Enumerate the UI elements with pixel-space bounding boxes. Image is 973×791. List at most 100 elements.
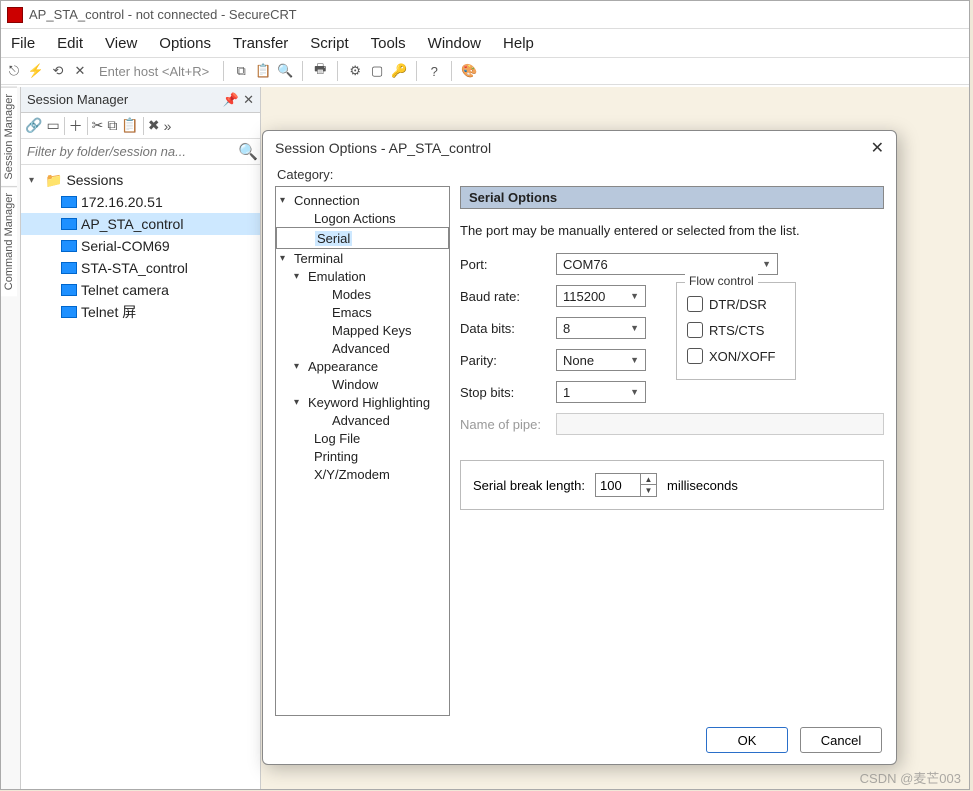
settings-icon[interactable]: ⚙ [346, 63, 364, 79]
category-tree[interactable]: ▾Connection Logon Actions Serial ▾Termin… [275, 186, 450, 716]
tree-root[interactable]: ▾📁 Sessions [21, 169, 260, 191]
quick-connect-icon[interactable]: ⚡ [27, 63, 45, 79]
cat-xyz[interactable]: X/Y/Zmodem [314, 467, 390, 482]
section-desc: The port may be manually entered or sele… [460, 223, 884, 238]
session-options-dialog: Session Options - AP_STA_control ✕ Categ… [262, 130, 897, 765]
filter-row: 🔍 [21, 139, 260, 165]
menu-options[interactable]: Options [159, 35, 211, 52]
overflow-icon[interactable]: » [164, 118, 172, 134]
color-icon[interactable]: 🎨 [460, 63, 478, 79]
filter-input[interactable] [21, 144, 236, 159]
side-tab-session[interactable]: Session Manager [1, 87, 17, 186]
break-unit: milliseconds [667, 478, 738, 493]
cat-connection[interactable]: Connection [294, 193, 360, 208]
close-icon[interactable]: ✕ [871, 138, 884, 158]
break-value[interactable] [596, 478, 640, 493]
baud-label: Baud rate: [460, 289, 556, 304]
find-icon[interactable]: 🔍 [276, 63, 294, 79]
port-select[interactable]: COM76▼ [556, 253, 778, 275]
titlebar: AP_STA_control - not connected - SecureC… [1, 1, 969, 29]
cancel-button[interactable]: Cancel [800, 727, 882, 753]
session-item[interactable]: 172.16.20.51 [21, 191, 260, 213]
side-tab-strip: Session Manager Command Manager [1, 87, 21, 789]
stopbits-select[interactable]: 1▼ [556, 381, 646, 403]
session-tree: ▾📁 Sessions 172.16.20.51 AP_STA_control … [21, 165, 260, 789]
disconnect-icon[interactable]: ✕ [71, 63, 89, 79]
cat-logfile[interactable]: Log File [314, 431, 360, 446]
cat-terminal[interactable]: Terminal [294, 251, 343, 266]
dialog-title: Session Options - AP_STA_control [275, 140, 491, 156]
side-tab-command[interactable]: Command Manager [1, 186, 17, 296]
flow-control-group: Flow control DTR/DSR RTS/CTS XON/XOFF [676, 282, 796, 380]
cat-emacs[interactable]: Emacs [332, 305, 372, 320]
options-pane: Serial Options The port may be manually … [460, 186, 884, 716]
menu-help[interactable]: Help [503, 35, 534, 52]
dtr-checkbox[interactable]: DTR/DSR [687, 291, 785, 317]
baud-select[interactable]: 115200▼ [556, 285, 646, 307]
cat-advanced2[interactable]: Advanced [332, 413, 390, 428]
enter-host-hint[interactable]: Enter host <Alt+R> [99, 64, 209, 79]
link-icon[interactable]: 🔗 [25, 117, 42, 134]
break-spinner[interactable]: ▲▼ [595, 473, 657, 497]
search-icon[interactable]: 🔍 [236, 142, 260, 162]
copy-icon[interactable]: ⧉ [232, 63, 250, 79]
reconnect-icon[interactable]: ⟲ [49, 63, 67, 79]
menu-transfer[interactable]: Transfer [233, 35, 288, 52]
paste2-icon[interactable]: 📋 [121, 117, 138, 134]
break-group: Serial break length: ▲▼ milliseconds [460, 460, 884, 510]
session-item[interactable]: Telnet camera [21, 279, 260, 301]
xon-checkbox[interactable]: XON/XOFF [687, 343, 785, 369]
cat-emulation[interactable]: Emulation [308, 269, 366, 284]
new-tab-icon[interactable]: ▭ [46, 117, 59, 134]
databits-select[interactable]: 8▼ [556, 317, 646, 339]
menu-window[interactable]: Window [428, 35, 481, 52]
rts-checkbox[interactable]: RTS/CTS [687, 317, 785, 343]
print-icon[interactable]: 🖶 [311, 60, 329, 82]
menubar: File Edit View Options Transfer Script T… [1, 29, 969, 57]
cat-logon[interactable]: Logon Actions [314, 211, 396, 226]
cat-printing[interactable]: Printing [314, 449, 358, 464]
cut-icon[interactable]: ✂ [92, 117, 104, 134]
screen-icon[interactable]: ▢ [368, 63, 386, 79]
cat-keyword[interactable]: Keyword Highlighting [308, 395, 430, 410]
toolbar-separator [337, 61, 338, 81]
category-label: Category: [277, 167, 884, 182]
session-item[interactable]: Telnet 屏 [21, 301, 260, 323]
toolbar-separator [223, 61, 224, 81]
stopbits-label: Stop bits: [460, 385, 556, 400]
pipe-label: Name of pipe: [460, 417, 556, 432]
menu-edit[interactable]: Edit [57, 35, 83, 52]
copy2-icon[interactable]: ⧉ [107, 117, 117, 134]
ok-button[interactable]: OK [706, 727, 788, 753]
dialog-buttons: OK Cancel [263, 716, 896, 764]
connect-icon[interactable]: ⎋ [5, 63, 23, 79]
break-label: Serial break length: [473, 478, 585, 493]
session-toolbar: 🔗 ▭ ＋ ✂ ⧉ 📋 ✖ » [21, 113, 260, 139]
menu-tools[interactable]: Tools [371, 35, 406, 52]
menu-file[interactable]: File [11, 35, 35, 52]
cat-appearance[interactable]: Appearance [308, 359, 378, 374]
add-icon[interactable]: ＋ [69, 116, 83, 136]
menu-view[interactable]: View [105, 35, 137, 52]
paste-icon[interactable]: 📋 [254, 63, 272, 79]
cat-window[interactable]: Window [332, 377, 378, 392]
cat-serial[interactable]: Serial [315, 231, 352, 246]
session-item[interactable]: Serial-COM69 [21, 235, 260, 257]
menu-script[interactable]: Script [310, 35, 348, 52]
flow-legend: Flow control [685, 274, 758, 288]
spinner-down-icon[interactable]: ▼ [641, 485, 656, 496]
dialog-titlebar: Session Options - AP_STA_control ✕ [263, 131, 896, 165]
close-icon[interactable]: ✕ [243, 92, 254, 108]
help-icon[interactable]: ? [425, 64, 443, 79]
parity-select[interactable]: None▼ [556, 349, 646, 371]
panel-title: Session Manager [27, 92, 128, 107]
session-item[interactable]: AP_STA_control [21, 213, 260, 235]
key-icon[interactable]: 🔑 [390, 63, 408, 79]
cat-modes[interactable]: Modes [332, 287, 371, 302]
cat-advanced[interactable]: Advanced [332, 341, 390, 356]
cat-mapped[interactable]: Mapped Keys [332, 323, 412, 338]
session-item[interactable]: STA-STA_control [21, 257, 260, 279]
pin-icon[interactable]: 📌 [223, 92, 239, 108]
delete-icon[interactable]: ✖ [148, 117, 160, 134]
spinner-up-icon[interactable]: ▲ [641, 474, 656, 485]
